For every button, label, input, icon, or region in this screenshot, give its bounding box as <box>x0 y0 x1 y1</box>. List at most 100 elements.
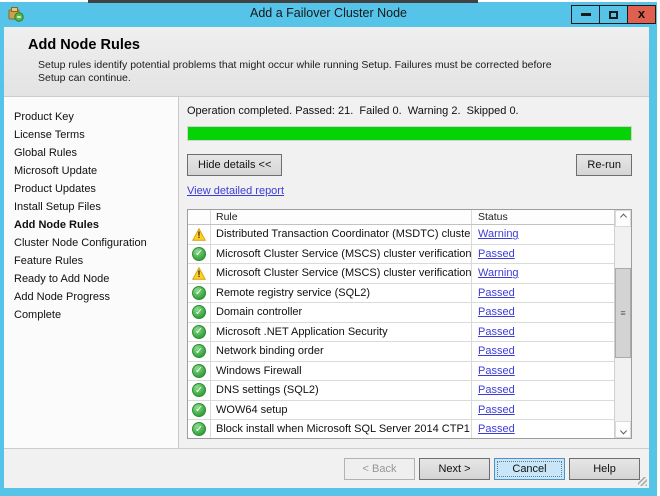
wizard-step-item: Cluster Node Configuration <box>4 234 178 252</box>
passed-icon <box>192 422 206 436</box>
rule-name: Microsoft Cluster Service (MSCS) cluster… <box>211 245 472 264</box>
background-window-edge <box>88 0 478 3</box>
rule-row[interactable]: Remote registry service (SQL2) Passed <box>188 284 614 304</box>
wizard-step-label: Complete <box>14 309 61 321</box>
rules-table-main: Rule Status Distributed Transaction Coor… <box>188 210 614 438</box>
rule-row[interactable]: Distributed Transaction Coordinator (MSD… <box>188 225 614 245</box>
wizard-step-label: Add Node Rules <box>14 219 99 231</box>
wizard-step-item: Microsoft Update <box>4 162 178 180</box>
next-button[interactable]: Next > <box>419 458 490 480</box>
passed-icon <box>192 305 206 319</box>
chevron-up-icon <box>619 214 626 221</box>
rule-status-link[interactable]: Passed <box>478 326 515 338</box>
close-button[interactable]: x <box>627 5 656 24</box>
wizard-step-item: Complete <box>4 306 178 324</box>
wizard-step-label: Feature Rules <box>14 255 83 267</box>
dialog-frame: Add Node Rules Setup rules identify pote… <box>0 27 657 496</box>
progress-bar-fill <box>188 127 631 140</box>
wizard-steps-sidebar: Product Key License Terms Global Rules M… <box>4 97 179 448</box>
rule-status-link[interactable]: Passed <box>478 345 515 357</box>
rules-table-header: Rule Status <box>188 210 614 225</box>
rule-column-header[interactable]: Rule <box>211 210 472 224</box>
passed-icon <box>192 383 206 397</box>
page-header: Add Node Rules Setup rules identify pote… <box>4 27 649 97</box>
wizard-step-item: Feature Rules <box>4 252 178 270</box>
rule-name: DNS settings (SQL2) <box>211 381 472 400</box>
screen: Add a Failover Cluster Node x Add Node R… <box>0 0 660 496</box>
dialog-footer: < Back Next > Cancel Help <box>4 448 649 488</box>
page-title: Add Node Rules <box>28 37 649 53</box>
rule-status-link[interactable]: Passed <box>478 248 515 260</box>
chevron-down-icon <box>619 427 626 434</box>
window-title: Add a Failover Cluster Node <box>0 6 657 20</box>
wizard-step-item: Ready to Add Node <box>4 270 178 288</box>
wizard-step-label: Product Key <box>14 111 74 123</box>
wizard-step-label: Install Setup Files <box>14 201 101 213</box>
rule-status-link[interactable]: Passed <box>478 365 515 377</box>
wizard-step-item: Add Node Progress <box>4 288 178 306</box>
wizard-step-item: Product Key <box>4 108 178 126</box>
view-detailed-report-link[interactable]: View detailed report <box>187 185 284 197</box>
add-failover-cluster-node-dialog: Add a Failover Cluster Node x Add Node R… <box>0 2 657 496</box>
rule-status-link[interactable]: Passed <box>478 404 515 416</box>
rule-name: Microsoft Cluster Service (MSCS) cluster… <box>211 264 472 283</box>
rule-name: Microsoft .NET Application Security <box>211 323 472 342</box>
dialog-body: Product Key License Terms Global Rules M… <box>4 97 649 448</box>
rule-name: WOW64 setup <box>211 401 472 420</box>
rule-row[interactable]: WOW64 setup Passed <box>188 401 614 421</box>
rule-name: Block install when Microsoft SQL Server … <box>211 420 472 438</box>
passed-icon <box>192 403 206 417</box>
rule-row[interactable]: Domain controller Passed <box>188 303 614 323</box>
rule-name: Domain controller <box>211 303 472 322</box>
minimize-button[interactable] <box>571 5 600 24</box>
rule-status-link[interactable]: Warning <box>478 267 519 279</box>
rule-row[interactable]: Network binding order Passed <box>188 342 614 362</box>
wizard-step-item: Add Node Rules <box>4 216 178 234</box>
rule-name: Remote registry service (SQL2) <box>211 284 472 303</box>
scrollbar-gripper-icon: ≡ <box>620 309 625 318</box>
rule-status-link[interactable]: Passed <box>478 423 515 435</box>
rule-name: Windows Firewall <box>211 362 472 381</box>
rule-row[interactable]: Windows Firewall Passed <box>188 362 614 382</box>
scrollbar-thumb[interactable]: ≡ <box>615 268 631 358</box>
rule-name: Distributed Transaction Coordinator (MSD… <box>211 225 472 244</box>
passed-icon <box>192 364 206 378</box>
wizard-step-item: Product Updates <box>4 180 178 198</box>
rule-row[interactable]: Microsoft .NET Application Security Pass… <box>188 323 614 343</box>
rule-status-link[interactable]: Passed <box>478 306 515 318</box>
rule-status-link[interactable]: Warning <box>478 228 519 240</box>
operation-status-text: Operation completed. Passed: 21. Failed … <box>187 105 632 117</box>
passed-icon <box>192 247 206 261</box>
maximize-button[interactable] <box>599 5 628 24</box>
rerun-button[interactable]: Re-run <box>576 154 632 176</box>
status-column-header[interactable]: Status <box>472 210 614 224</box>
page-description: Setup rules identify potential problems … <box>38 59 578 85</box>
minimize-icon <box>581 13 591 16</box>
scrollbar-up-arrow[interactable] <box>615 210 631 227</box>
wizard-step-item: Global Rules <box>4 144 178 162</box>
maximize-icon <box>609 11 618 19</box>
progress-bar <box>187 126 632 141</box>
rules-content-pane: Operation completed. Passed: 21. Failed … <box>179 97 649 448</box>
rule-row[interactable]: DNS settings (SQL2) Passed <box>188 381 614 401</box>
warning-icon <box>192 228 206 241</box>
window-controls: x <box>572 5 656 24</box>
table-scrollbar[interactable]: ≡ <box>614 210 631 438</box>
titlebar[interactable]: Add a Failover Cluster Node x <box>0 2 657 27</box>
wizard-step-label: Microsoft Update <box>14 165 97 177</box>
rules-table: Rule Status Distributed Transaction Coor… <box>187 209 632 439</box>
wizard-step-label: Add Node Progress <box>14 291 110 303</box>
rule-row[interactable]: Microsoft Cluster Service (MSCS) cluster… <box>188 245 614 265</box>
cancel-button[interactable]: Cancel <box>494 458 565 480</box>
help-button[interactable]: Help <box>569 458 640 480</box>
resize-grip[interactable] <box>638 477 647 486</box>
back-button: < Back <box>344 458 415 480</box>
scrollbar-down-arrow[interactable] <box>615 421 631 438</box>
passed-icon <box>192 325 206 339</box>
rule-row[interactable]: Microsoft Cluster Service (MSCS) cluster… <box>188 264 614 284</box>
hide-details-button[interactable]: Hide details << <box>187 154 282 176</box>
close-icon: x <box>638 7 645 20</box>
rule-status-link[interactable]: Passed <box>478 287 515 299</box>
rule-row[interactable]: Block install when Microsoft SQL Server … <box>188 420 614 438</box>
rule-status-link[interactable]: Passed <box>478 384 515 396</box>
